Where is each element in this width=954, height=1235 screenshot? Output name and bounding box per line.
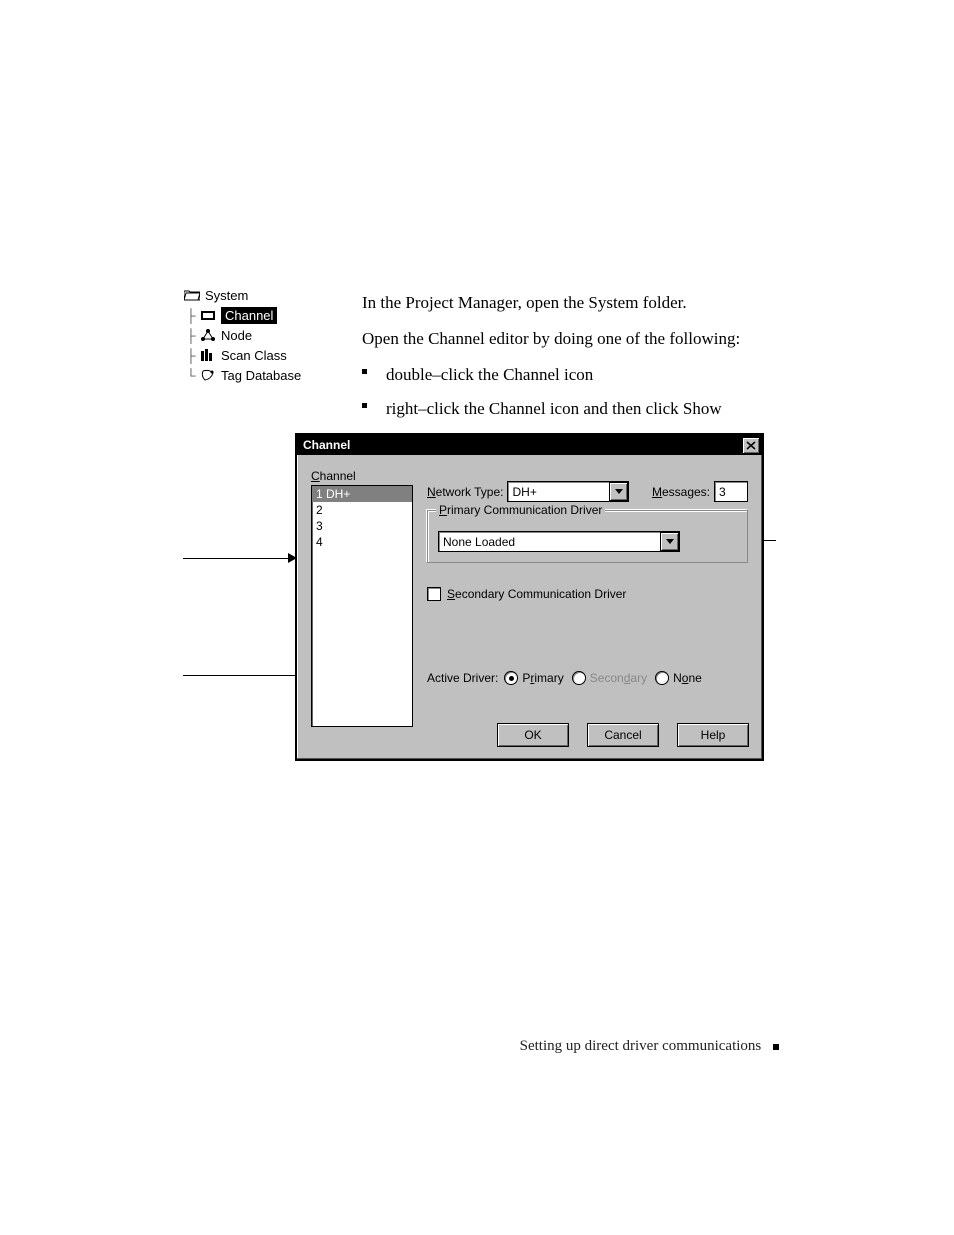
- network-type-label: Network Type:: [427, 485, 503, 499]
- tree-branch-icon: ├: [183, 308, 199, 323]
- tag-database-icon: [199, 368, 217, 382]
- network-type-value: DH+: [508, 485, 609, 499]
- footer-bullet-icon: [773, 1044, 779, 1050]
- radio-none[interactable]: [655, 671, 669, 685]
- active-driver-label: Active Driver:: [427, 671, 498, 685]
- channel-icon: [199, 308, 217, 322]
- tree-branch-icon: ├: [183, 348, 199, 363]
- bullet-1: double–click the Channel icon: [362, 362, 786, 388]
- chevron-down-icon: [615, 489, 623, 494]
- network-type-dropdown[interactable]: DH+: [507, 481, 629, 502]
- tree-item-node[interactable]: ├ Node: [183, 325, 301, 345]
- tree-item-tag-database[interactable]: └ Tag Database: [183, 365, 301, 385]
- secondary-driver-checkbox[interactable]: [427, 587, 441, 601]
- paragraph-2: Open the Channel editor by doing one of …: [362, 326, 782, 352]
- radio-secondary-label: Secondary: [590, 671, 647, 685]
- list-item[interactable]: 4: [312, 534, 412, 550]
- primary-driver-legend: Primary Communication Driver: [436, 503, 605, 517]
- bullet-1-text: double–click the Channel icon: [386, 365, 593, 384]
- tree-root-label: System: [205, 288, 248, 303]
- radio-none-label: None: [673, 671, 702, 685]
- footer-text: Setting up direct driver communications: [520, 1038, 762, 1054]
- channel-list-label: Channel: [311, 469, 356, 483]
- tree-branch-icon: └: [183, 368, 199, 383]
- primary-driver-dropdown[interactable]: None Loaded: [438, 531, 680, 552]
- primary-driver-group: Primary Communication Driver None Loaded: [427, 510, 748, 563]
- chevron-down-icon: [666, 539, 674, 544]
- dialog-title-text: Channel: [303, 438, 350, 452]
- bullet-icon: [362, 369, 367, 374]
- list-item[interactable]: 1 DH+: [312, 486, 412, 502]
- close-icon: [746, 441, 756, 450]
- list-item[interactable]: 3: [312, 518, 412, 534]
- bullet-2: right–click the Channel icon and then cl…: [362, 396, 786, 422]
- tree-item-channel-label: Channel: [221, 307, 277, 324]
- paragraph-1: In the Project Manager, open the System …: [362, 290, 782, 316]
- project-tree: System ├ Channel ├ Node ├ Scan Class └: [183, 285, 301, 385]
- scan-class-icon: [199, 348, 217, 362]
- page-footer: Setting up direct driver communications: [520, 1038, 779, 1055]
- help-button[interactable]: Help: [677, 723, 749, 747]
- tree-item-node-label: Node: [221, 328, 252, 343]
- ok-button[interactable]: OK: [497, 723, 569, 747]
- radio-primary[interactable]: [504, 671, 518, 685]
- secondary-driver-label: Secondary Communication Driver: [447, 587, 626, 601]
- dropdown-button[interactable]: [609, 482, 628, 501]
- bullet-icon: [362, 403, 367, 408]
- dialog-titlebar: Channel: [297, 435, 762, 455]
- channel-dialog: Channel Channel 1 DH+ 2 3 4 Network Type…: [295, 433, 764, 761]
- radio-primary-label: Primary: [522, 671, 563, 685]
- callout-line: [183, 558, 290, 559]
- messages-input[interactable]: 3: [714, 481, 748, 502]
- bullet-2-text: right–click the Channel icon and then cl…: [386, 399, 722, 418]
- dropdown-button[interactable]: [660, 532, 679, 551]
- cancel-button[interactable]: Cancel: [587, 723, 659, 747]
- tree-item-scan-class[interactable]: ├ Scan Class: [183, 345, 301, 365]
- folder-open-icon: [183, 288, 201, 302]
- tree-branch-icon: ├: [183, 328, 199, 343]
- primary-driver-value: None Loaded: [439, 535, 660, 549]
- channel-listbox[interactable]: 1 DH+ 2 3 4: [311, 485, 413, 727]
- close-button[interactable]: [742, 437, 760, 454]
- messages-label: Messages:: [652, 485, 710, 499]
- node-icon: [199, 328, 217, 342]
- radio-secondary: [572, 671, 586, 685]
- list-item[interactable]: 2: [312, 502, 412, 518]
- tree-item-tag-database-label: Tag Database: [221, 368, 301, 383]
- tree-item-scan-class-label: Scan Class: [221, 348, 287, 363]
- tree-root[interactable]: System: [183, 285, 301, 305]
- tree-item-channel[interactable]: ├ Channel: [183, 305, 301, 325]
